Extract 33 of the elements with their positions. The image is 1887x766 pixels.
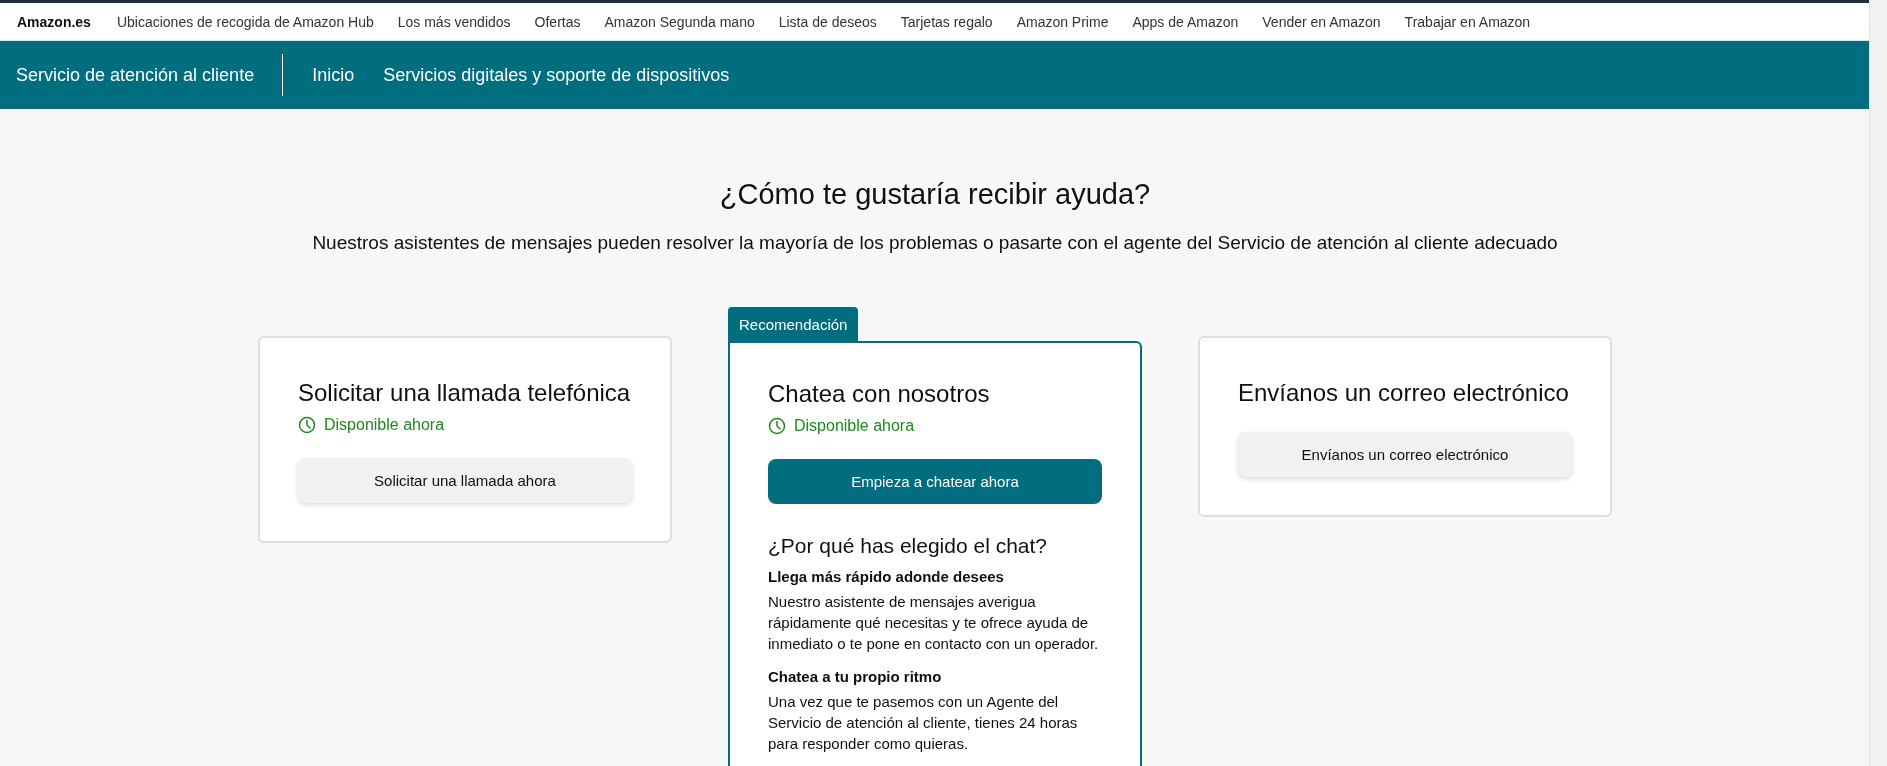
availability-status: Disponible ahora — [794, 417, 915, 435]
scrollbar[interactable] — [1869, 0, 1887, 766]
reason-title: Chatea a tu propio ritmo — [768, 668, 943, 685]
clock-icon — [298, 416, 316, 434]
clock-icon — [768, 417, 786, 435]
chat-button[interactable]: Empieza a chatear ahora — [768, 459, 1102, 504]
nav-link[interactable]: Ubicaciones de recogida de Amazon Hub — [116, 13, 374, 30]
action-button[interactable]: Solicitar una llamada ahora — [298, 458, 632, 503]
nav-link[interactable]: Lista de deseos — [778, 13, 877, 30]
site-logo[interactable]: Amazon.es — [17, 13, 91, 30]
nav-link[interactable]: Amazon Prime — [1016, 13, 1109, 30]
reason-text: Una vez que te pasemos con un Agente del Servicio de atención al cliente, tienes 24 horas para responder como quieras. — [768, 692, 1079, 754]
header-title[interactable]: Servicio de atención al cliente — [16, 64, 255, 86]
nav-link[interactable]: Vender en Amazon — [1262, 13, 1381, 30]
action-button[interactable]: Envíanos un correo electrónico — [1238, 432, 1572, 477]
reason-title: Llega más rápido adonde desees — [768, 568, 1005, 585]
nav-link[interactable]: Apps de Amazon — [1132, 13, 1239, 30]
section-heading: ¿Por qué has elegido el chat? — [768, 534, 1049, 558]
availability-status: Disponible ahora — [324, 416, 445, 434]
card-title: Solicitar una llamada telefónica — [298, 378, 632, 408]
page-heading: ¿Cómo te gustaría recibir ayuda? — [718, 177, 1152, 211]
header-link[interactable]: Inicio — [312, 64, 355, 86]
nav-link[interactable]: Ofertas — [534, 13, 581, 30]
nav-link[interactable]: Los más vendidos — [397, 13, 511, 30]
card-title: Chatea con nosotros — [768, 379, 991, 409]
reason-text: Nuestro asistente de mensajes averigua rápidamente qué necesitas y te ofrece ayuda de inmediato o te pone en contacto con un operador. — [768, 592, 1100, 654]
card-title: Envíanos un correo electrónico — [1238, 378, 1570, 408]
nav-link[interactable]: Amazon Segunda mano — [604, 13, 755, 30]
nav-link[interactable]: Tarjetas regalo — [900, 13, 993, 30]
nav-link[interactable]: Trabajar en Amazon — [1404, 13, 1531, 30]
page-subheading: Nuestros asistentes de mensajes pueden resolver la mayoría de los problemas o pasarte con el agente del Servicio de atención al cliente adecuado — [311, 231, 1559, 255]
recommendation-badge: Recomendación — [728, 307, 859, 341]
header-link[interactable]: Servicios digitales y soporte de dispositivos — [383, 64, 730, 86]
